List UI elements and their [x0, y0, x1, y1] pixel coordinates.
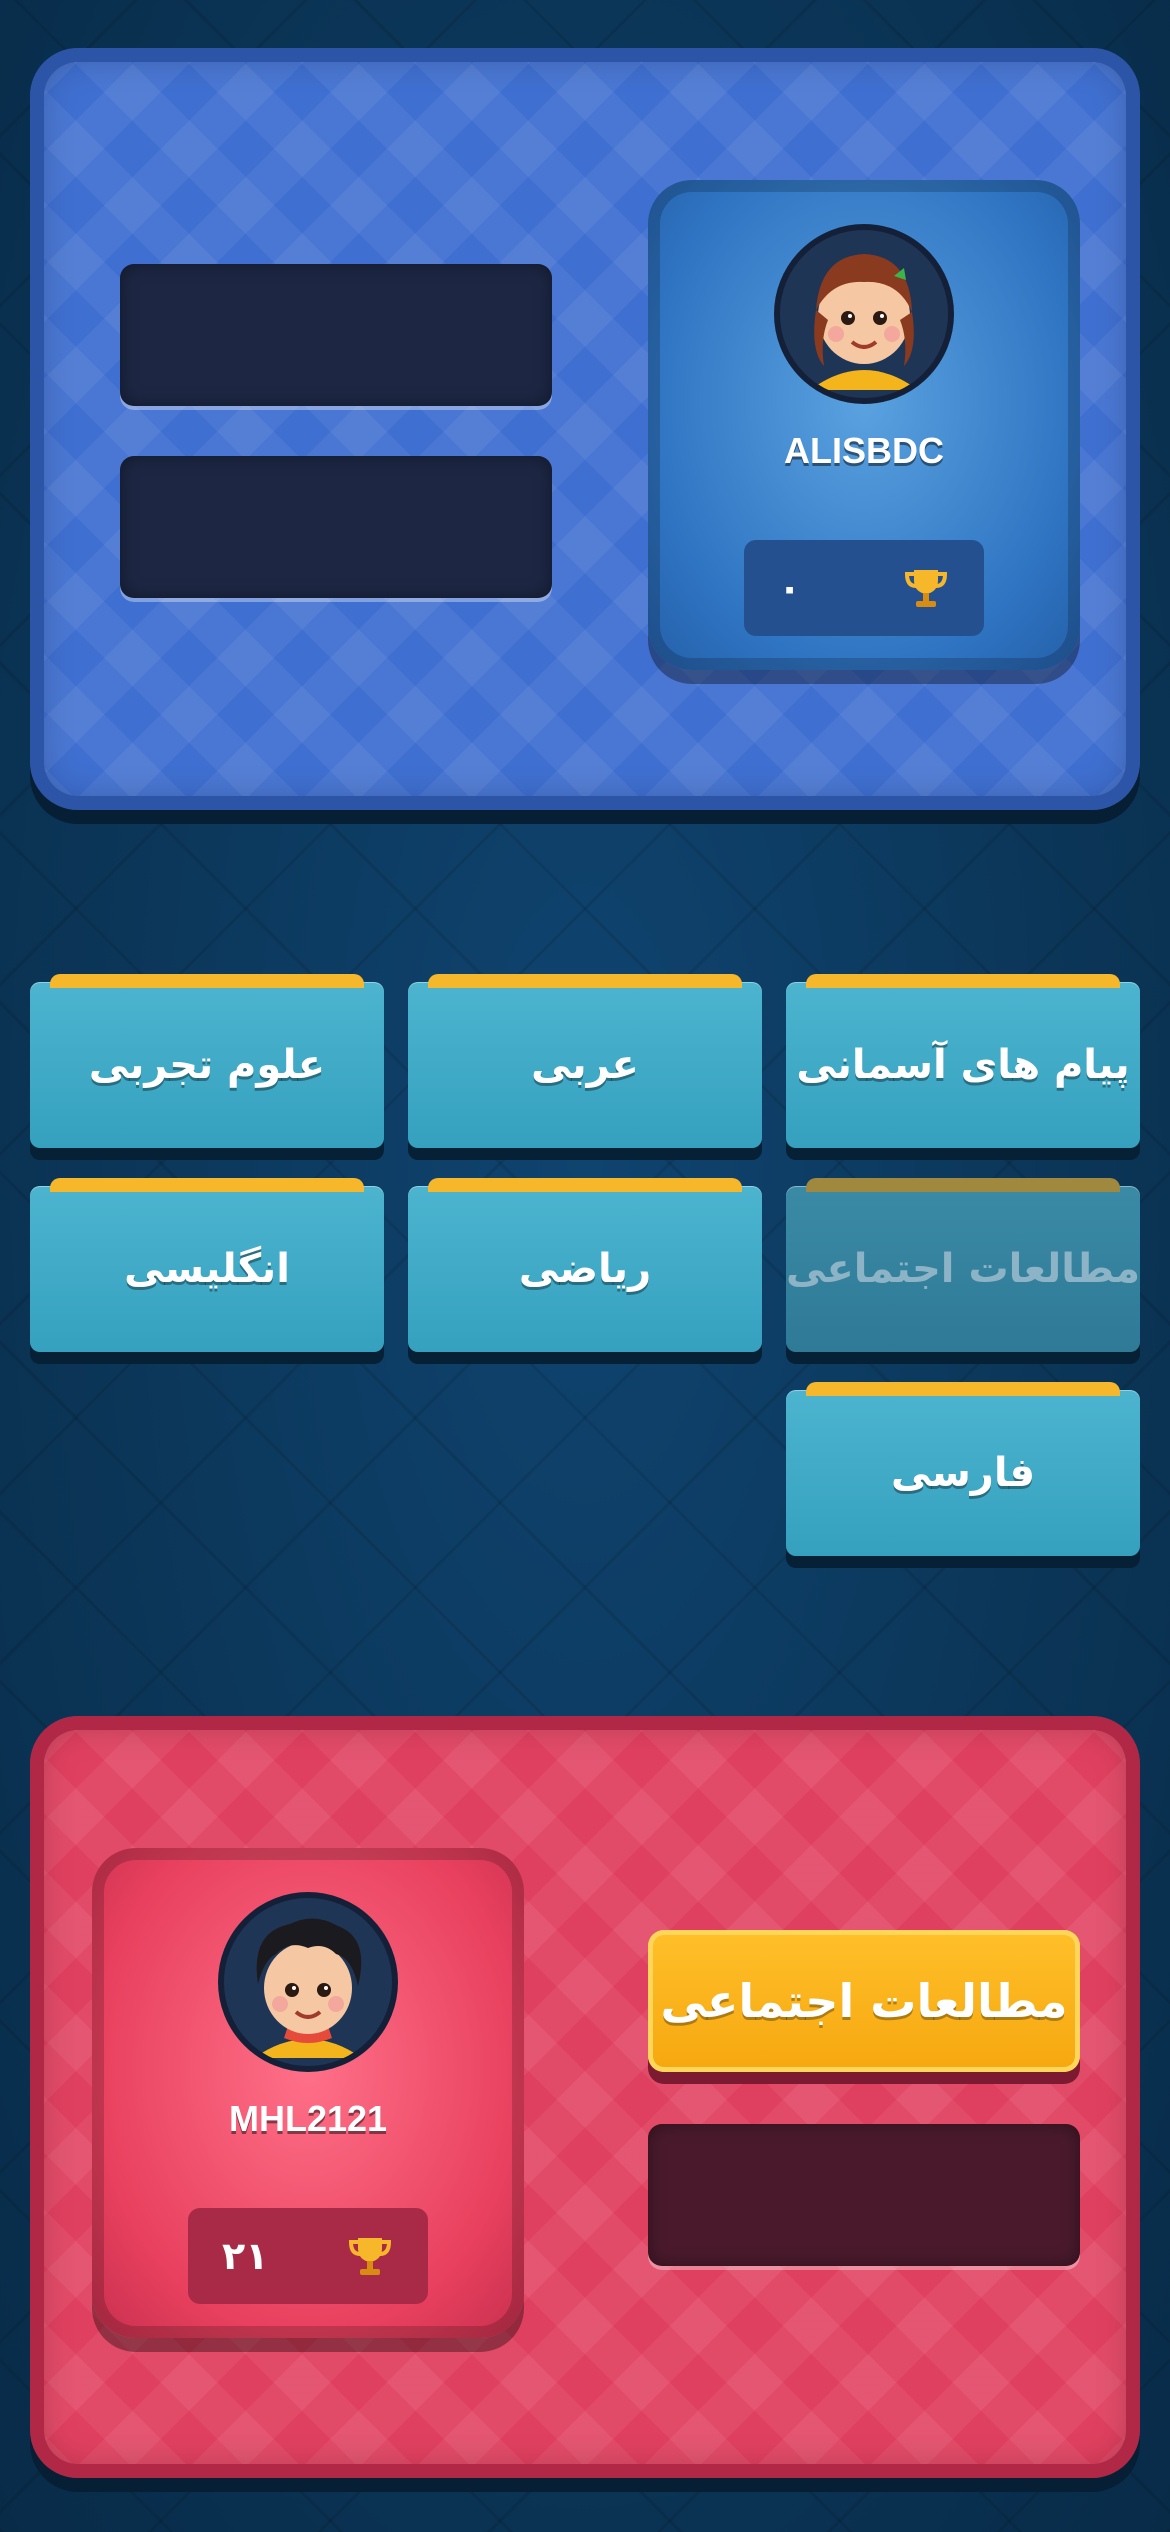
opponent-score-box: ۰ [744, 540, 984, 636]
player-card[interactable]: MHL2121 ۲۱ [92, 1848, 524, 2338]
boy-avatar-icon [218, 1892, 398, 2072]
girl-avatar-icon [774, 224, 954, 404]
opponent-answer-slot-2 [120, 456, 552, 598]
subject-tile-2[interactable]: عربی [408, 974, 762, 1148]
opponent-answer-slot-1 [120, 264, 552, 406]
trophy-icon [348, 2238, 392, 2275]
opponent-score: ۰ [778, 566, 802, 610]
player-score: ۲۱ [222, 2234, 269, 2278]
subject-tile-3[interactable]: علوم تجربی [30, 974, 384, 1148]
subject-tile-1[interactable]: پیام های آسمانی [786, 974, 1140, 1148]
trophy-icon [904, 570, 948, 607]
subject-tile-7[interactable]: فارسی [786, 1382, 1140, 1556]
opponent-panel: ALISBDC ۰ [30, 48, 1140, 810]
subject-tile-6[interactable]: انگلیسی [30, 1178, 384, 1352]
subject-tile-5[interactable]: ریاضی [408, 1178, 762, 1352]
opponent-card[interactable]: ALISBDC ۰ [648, 180, 1080, 670]
player-name: MHL2121 [228, 2098, 388, 2139]
selected-subject-button[interactable]: مطالعات اجتماعی [648, 1930, 1080, 2072]
player-panel: MHL2121 ۲۱ [30, 1716, 1140, 2478]
opponent-name: ALISBDC [784, 430, 944, 471]
subject-tile-4: مطالعات اجتماعی [786, 1178, 1140, 1352]
player-answer-slot [648, 2124, 1080, 2266]
player-score-box: ۲۱ [188, 2208, 428, 2304]
